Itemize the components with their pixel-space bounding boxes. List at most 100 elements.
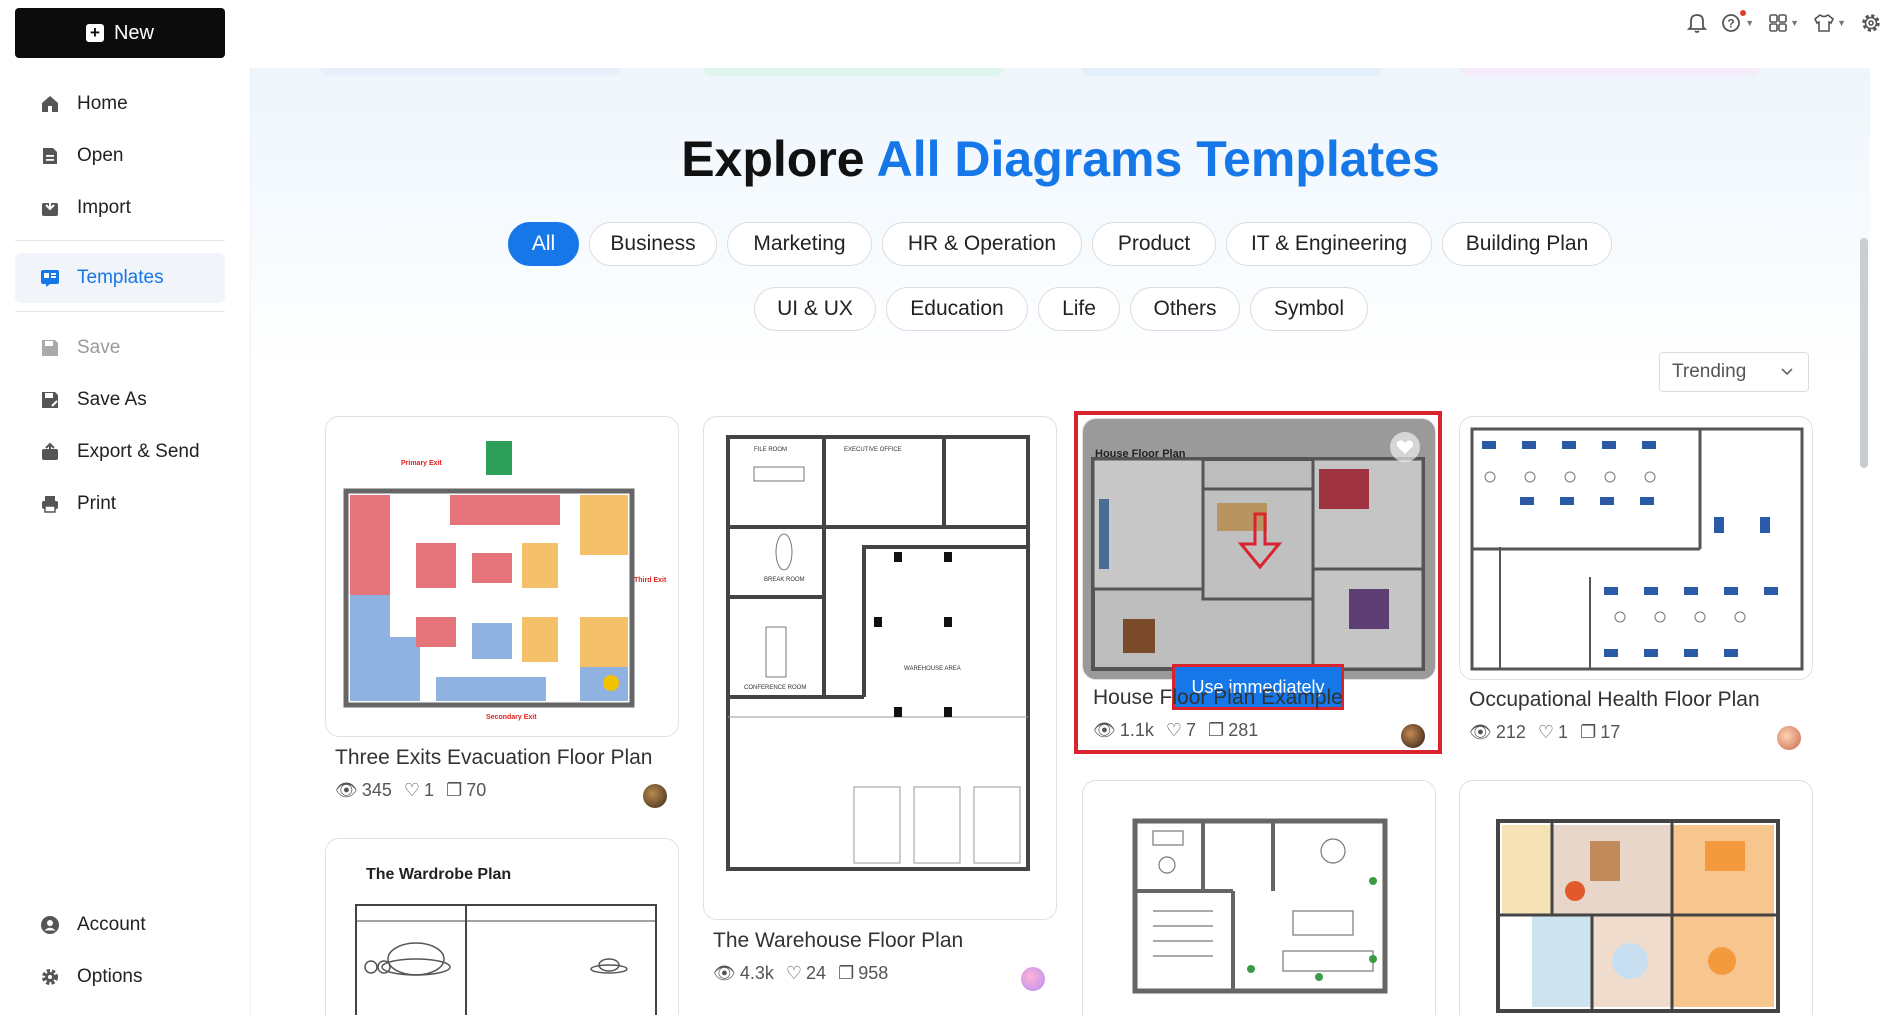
save-icon xyxy=(39,337,61,359)
chip-label: Education xyxy=(910,297,1004,320)
copy-icon: ❐ xyxy=(1580,722,1597,742)
sidebar-item-export-send[interactable]: Export & Send xyxy=(15,427,225,477)
filter-chip-product[interactable]: Product xyxy=(1092,222,1216,266)
eye-icon: 👁 xyxy=(335,780,358,800)
home-icon xyxy=(39,93,61,115)
like-count: 7 xyxy=(1186,720,1197,740)
filter-chip-building-plan[interactable]: Building Plan xyxy=(1442,222,1612,266)
filter-chip-ui-ux[interactable]: UI & UX xyxy=(754,287,876,331)
sidebar-item-templates[interactable]: Templates xyxy=(15,253,225,303)
template-stats: 👁 4.3k ♡ 24 ❐ 958 xyxy=(713,963,888,984)
divider xyxy=(15,240,225,241)
template-thumbnail[interactable]: House Floor Plan xyxy=(1082,418,1436,680)
view-count: 4.3k xyxy=(739,963,774,983)
conference-room-label: CONFERENCE ROOM xyxy=(744,685,806,691)
template-thumbnail[interactable]: Primary Exit Third Exit Secondary Exit xyxy=(325,416,679,737)
help-icon[interactable]: ? ▼ xyxy=(1721,10,1754,36)
template-card[interactable] xyxy=(1082,780,1436,1015)
sidebar-item-label: Print xyxy=(77,493,117,514)
chip-label: Symbol xyxy=(1273,297,1345,320)
sidebar-item-label: Save As xyxy=(77,389,147,410)
filter-chip-it-engineering[interactable]: IT & Engineering xyxy=(1226,222,1432,266)
template-card[interactable] xyxy=(1459,780,1813,1015)
avatar[interactable] xyxy=(1777,726,1801,750)
bell-icon[interactable] xyxy=(1687,10,1708,36)
filter-chip-marketing[interactable]: Marketing xyxy=(727,222,872,266)
avatar[interactable] xyxy=(1021,967,1045,991)
template-card[interactable]: Occupational Health Floor Plan 👁 212 ♡ 1 ❐… xyxy=(1459,416,1813,750)
main-content: Explore All Diagrams Templates All Busin… xyxy=(250,68,1870,1015)
account-icon xyxy=(39,914,61,936)
sidebar-item-home[interactable]: Home xyxy=(15,79,225,129)
save-as-icon xyxy=(39,389,61,411)
chip-label: IT & Engineering xyxy=(1250,232,1408,255)
copy-count: 17 xyxy=(1600,722,1621,742)
chip-label: All xyxy=(531,232,556,255)
like-count: 1 xyxy=(1558,722,1569,742)
eye-icon: 👁 xyxy=(1093,720,1116,740)
copy-icon: ❐ xyxy=(1208,720,1225,740)
avatar[interactable] xyxy=(643,784,667,808)
file-room-label: FILE ROOM xyxy=(754,447,787,453)
thumb-title: The Wardrobe Plan xyxy=(366,866,511,883)
apps-icon[interactable]: ▼ xyxy=(1768,10,1799,36)
copy-icon: ❐ xyxy=(838,963,855,983)
template-thumbnail[interactable]: The Wardrobe Plan xyxy=(325,838,679,1015)
break-room-label: BREAK ROOM xyxy=(764,577,805,583)
template-stats: 👁 212 ♡ 1 ❐ 17 xyxy=(1469,722,1620,743)
scrollbar[interactable] xyxy=(1860,238,1868,468)
chevron-down-icon: ▼ xyxy=(1790,18,1800,28)
template-thumbnail[interactable] xyxy=(1459,780,1813,1015)
template-thumbnail[interactable] xyxy=(1459,416,1813,680)
warehouse-area-label: WAREHOUSE AREA xyxy=(904,666,961,672)
print-icon xyxy=(39,493,61,515)
filter-chip-education[interactable]: Education xyxy=(886,287,1028,331)
sidebar-item-import[interactable]: Import xyxy=(15,183,225,233)
sidebar-item-save-as[interactable]: Save As xyxy=(15,375,225,425)
title-plain: Explore xyxy=(681,131,865,187)
chip-label: Business xyxy=(610,232,696,255)
copy-count: 70 xyxy=(466,780,487,800)
sidebar-item-print[interactable]: Print xyxy=(15,479,225,529)
thumb-title: House Floor Plan xyxy=(1095,448,1186,460)
heart-icon: ♡ xyxy=(403,780,421,800)
filter-chip-life[interactable]: Life xyxy=(1038,287,1120,331)
sort-value: Trending xyxy=(1672,361,1747,382)
template-title[interactable]: House Floor Plan Example xyxy=(1093,686,1343,710)
settings-icon[interactable] xyxy=(1860,10,1882,36)
sidebar-item-save[interactable]: Save xyxy=(15,323,225,373)
sidebar-item-account[interactable]: Account xyxy=(15,900,225,950)
plus-icon: + xyxy=(85,24,104,42)
sidebar: + New Home Open Import Templates Save Sa… xyxy=(0,0,246,1015)
top-bar: ? ▼ ▼ ▼ xyxy=(246,0,1894,56)
sidebar-item-label: Home xyxy=(77,93,128,114)
sidebar-item-label: Save xyxy=(77,337,121,358)
chip-label: Building Plan xyxy=(1465,232,1589,255)
filter-chip-all[interactable]: All xyxy=(508,222,579,266)
filter-chip-hr-operation[interactable]: HR & Operation xyxy=(882,222,1082,266)
sort-dropdown[interactable]: Trending xyxy=(1659,352,1809,392)
filter-chip-symbol[interactable]: Symbol xyxy=(1250,287,1368,331)
copy-count: 958 xyxy=(858,963,889,983)
shirt-icon[interactable]: ▼ xyxy=(1813,10,1846,36)
template-title[interactable]: Three Exits Evacuation Floor Plan xyxy=(335,746,652,770)
avatar[interactable] xyxy=(1401,724,1425,748)
sidebar-item-label: Options xyxy=(77,966,143,987)
template-title[interactable]: Occupational Health Floor Plan xyxy=(1469,688,1760,712)
favorite-button[interactable] xyxy=(1390,432,1420,462)
template-card[interactable]: Primary Exit Third Exit Secondary Exit T… xyxy=(325,416,679,876)
template-thumbnail[interactable]: FILE ROOM EXECUTIVE OFFICE BREAK ROOM CO… xyxy=(703,416,1057,920)
view-count: 1.1k xyxy=(1119,720,1154,740)
template-title[interactable]: The Warehouse Floor Plan xyxy=(713,929,963,953)
sidebar-item-open[interactable]: Open xyxy=(15,131,225,181)
chevron-down-icon: ▼ xyxy=(1837,18,1846,28)
sidebar-item-label: Account xyxy=(77,914,146,935)
filter-chip-others[interactable]: Others xyxy=(1130,287,1240,331)
template-thumbnail[interactable] xyxy=(1082,780,1436,1015)
template-card[interactable]: FILE ROOM EXECUTIVE OFFICE BREAK ROOM CO… xyxy=(703,416,1057,1015)
svg-text:?: ? xyxy=(1728,17,1735,31)
sidebar-item-options[interactable]: Options xyxy=(15,952,225,1002)
filter-chip-business[interactable]: Business xyxy=(589,222,717,266)
new-button[interactable]: + New xyxy=(15,8,225,58)
template-card[interactable]: The Wardrobe Plan xyxy=(325,838,679,1015)
